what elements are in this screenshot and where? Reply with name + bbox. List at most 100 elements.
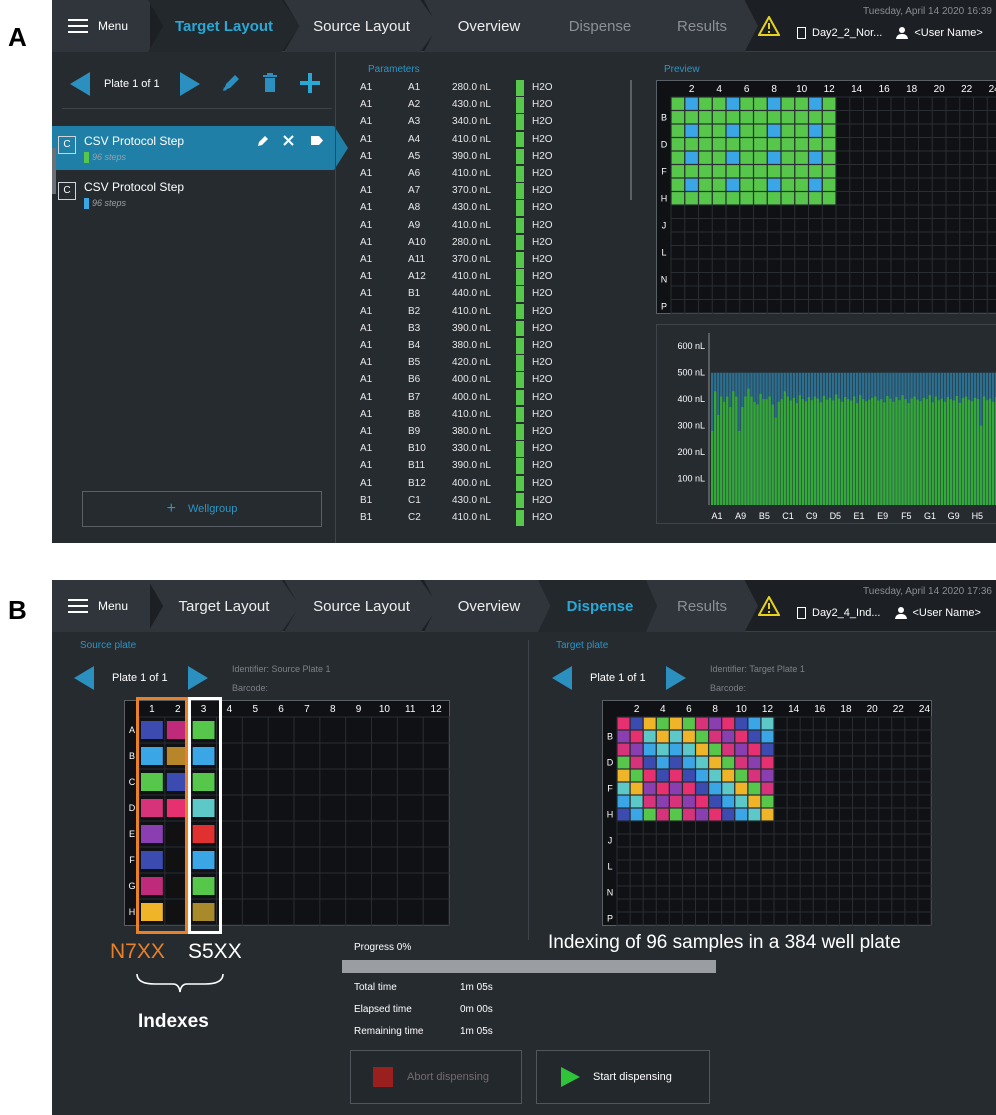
parameter-row[interactable]: A1 A11 370.0 nL H2O xyxy=(360,252,640,268)
warning-icon[interactable] xyxy=(758,596,780,616)
well xyxy=(683,743,695,756)
parameter-row[interactable]: A1 B6 400.0 nL H2O xyxy=(360,372,640,388)
well xyxy=(781,111,795,124)
tab-source-layout[interactable]: Source Layout xyxy=(284,0,439,52)
parameter-row[interactable]: A1 B10 330.0 nL H2O xyxy=(360,441,640,457)
parameter-row[interactable]: A1 A5 390.0 nL H2O xyxy=(360,148,640,165)
parameter-row[interactable]: A1 A2 430.0 nL H2O xyxy=(360,97,640,113)
parameter-row[interactable]: A1 B4 380.0 nL H2O xyxy=(360,338,640,354)
row-label: F xyxy=(607,784,613,794)
next-target-plate-arrow-icon[interactable] xyxy=(666,666,686,690)
well xyxy=(748,769,761,782)
protocol-step-item[interactable]: C CSV Protocol Step 96 steps xyxy=(52,126,348,170)
well xyxy=(709,756,722,769)
add-plus-icon[interactable] xyxy=(298,71,322,95)
x-axis-label: B5 xyxy=(759,511,770,521)
source-identifier: Identifier: Source Plate 1 xyxy=(232,664,331,674)
tag-icon[interactable] xyxy=(310,135,324,146)
preview-plate-grid[interactable]: 24681012141618202224BDFHJLNP xyxy=(656,80,996,315)
liquid: H2O xyxy=(532,254,553,265)
figure-label-b: B xyxy=(8,595,27,625)
well xyxy=(726,138,740,151)
start-dispensing-button[interactable]: Start dispensing xyxy=(536,1050,710,1104)
liquid: H2O xyxy=(532,288,553,300)
target-plate-counter: Plate 1 of 1 xyxy=(590,672,646,684)
well xyxy=(709,730,722,743)
parameter-row[interactable]: A1 A7 370.0 nL H2O xyxy=(360,183,640,199)
parameter-row[interactable]: A1 B12 400.0 nL H2O xyxy=(360,475,640,492)
warning-icon[interactable] xyxy=(758,16,780,36)
parameter-row[interactable]: A1 B11 390.0 nL H2O xyxy=(360,458,640,474)
menu-button[interactable]: Menu xyxy=(52,0,150,52)
abort-dispensing-button[interactable]: Abort dispensing xyxy=(350,1050,522,1104)
well xyxy=(709,769,722,782)
parameters-scrollbar[interactable] xyxy=(630,80,632,200)
parameter-row[interactable]: A1 B3 390.0 nL H2O xyxy=(360,320,640,337)
y-axis-label: 200 nL xyxy=(677,447,705,457)
well xyxy=(748,808,761,821)
close-icon[interactable] xyxy=(282,134,295,147)
volume-bar xyxy=(807,397,811,505)
add-wellgroup-button[interactable]: + Wellgroup xyxy=(82,491,322,527)
tab-dispense[interactable]: Dispense xyxy=(538,0,662,52)
well xyxy=(712,124,726,137)
parameter-row[interactable]: A1 A4 410.0 nL H2O xyxy=(360,131,640,148)
parameter-row[interactable]: A1 A6 410.0 nL H2O xyxy=(360,166,640,182)
well xyxy=(722,717,735,730)
parameter-row[interactable]: A1 A10 280.0 nL H2O xyxy=(360,234,640,251)
protocol-step-item[interactable]: C CSV Protocol Step 96 steps xyxy=(52,172,342,216)
source-well: A1 xyxy=(360,99,373,111)
next-plate-arrow-icon[interactable] xyxy=(180,72,200,96)
parameter-row[interactable]: B1 C2 410.0 nL H2O xyxy=(360,510,640,526)
parameter-row[interactable]: A1 A3 340.0 nL H2O xyxy=(360,114,640,130)
previous-source-plate-arrow-icon[interactable] xyxy=(74,666,94,690)
liquid: H2O xyxy=(532,477,553,489)
parameter-row[interactable]: A1 B8 410.0 nL H2O xyxy=(360,406,640,423)
tab-overview[interactable]: Overview xyxy=(424,580,554,632)
previous-plate-arrow-icon[interactable] xyxy=(70,72,90,96)
file-name[interactable]: Day2_4_Ind... xyxy=(812,607,881,619)
well xyxy=(696,769,708,782)
y-axis-label: 600 nL xyxy=(677,341,705,351)
parameter-row[interactable]: A1 B2 410.0 nL H2O xyxy=(360,303,640,320)
tab-results[interactable]: Results xyxy=(646,0,758,52)
well xyxy=(767,151,781,164)
tab-source-layout[interactable]: Source Layout xyxy=(284,580,439,632)
progress-bar xyxy=(342,960,716,973)
target-plate-grid[interactable]: 2 4 6 8 10 12 14 16 18 20 22 24 B D F H J L N P xyxy=(602,700,933,927)
volume-bar xyxy=(768,396,771,505)
user-name[interactable]: <User Name> xyxy=(914,27,982,39)
tab-target-layout[interactable]: Target Layout xyxy=(148,0,300,52)
tab-target-layout[interactable]: Target Layout xyxy=(148,580,300,632)
well xyxy=(740,165,753,178)
step-c-icon: C xyxy=(58,182,76,200)
pencil-icon[interactable] xyxy=(256,134,270,148)
parameter-row[interactable]: A1 A12 410.0 nL H2O xyxy=(360,269,640,285)
parameter-row[interactable]: A1 B9 380.0 nL H2O xyxy=(360,424,640,440)
parameter-row[interactable]: A1 B7 400.0 nL H2O xyxy=(360,389,640,406)
tab-results[interactable]: Results xyxy=(646,580,758,632)
parameter-row[interactable]: A1 B5 420.0 nL H2O xyxy=(360,355,640,371)
menu-button[interactable]: Menu xyxy=(52,580,150,632)
parameter-row[interactable]: A1 A1 280.0 nL H2O xyxy=(360,80,640,96)
liquid-color-bar xyxy=(516,492,524,509)
file-name[interactable]: Day2_2_Nor... xyxy=(812,27,882,39)
column-label: 4 xyxy=(716,84,722,95)
user-name[interactable]: <User Name> xyxy=(913,607,981,619)
parameters-list[interactable]: A1 A1 280.0 nL H2O A1 A2 430.0 nL H2O A1 A3 340.0 … xyxy=(360,80,640,530)
previous-target-plate-arrow-icon[interactable] xyxy=(552,666,572,690)
parameter-row[interactable]: A1 A9 410.0 nL H2O xyxy=(360,217,640,234)
well xyxy=(722,743,735,756)
edit-pencil-icon[interactable] xyxy=(220,72,242,94)
next-source-plate-arrow-icon[interactable] xyxy=(188,666,208,690)
volume-bar xyxy=(898,400,901,505)
parameter-row[interactable]: A1 B1 440.0 nL H2O xyxy=(360,286,640,302)
trash-icon[interactable] xyxy=(260,72,280,94)
well xyxy=(669,730,682,743)
parameter-row[interactable]: B1 C1 430.0 nL H2O xyxy=(360,492,640,509)
parameter-row[interactable]: A1 A8 430.0 nL H2O xyxy=(360,200,640,216)
row-label: G xyxy=(128,881,135,891)
volume-bar xyxy=(723,401,726,505)
tab-dispense[interactable]: Dispense xyxy=(538,580,662,632)
tab-overview[interactable]: Overview xyxy=(424,0,554,52)
